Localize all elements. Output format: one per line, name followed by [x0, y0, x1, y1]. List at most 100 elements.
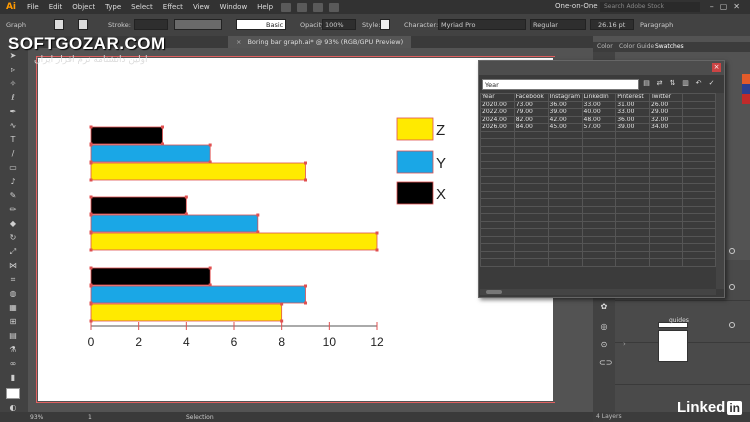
data-cell[interactable]: 2022.00 — [480, 108, 515, 117]
cell-entry-field[interactable]: Year — [482, 79, 639, 90]
data-cell[interactable] — [480, 168, 515, 177]
data-cell[interactable] — [480, 130, 515, 139]
data-cell[interactable] — [480, 198, 515, 207]
bar-z-3[interactable] — [90, 303, 283, 322]
data-cell[interactable] — [682, 220, 716, 229]
data-cell[interactable] — [682, 213, 716, 222]
data-cell[interactable] — [480, 243, 515, 252]
data-cell[interactable] — [581, 213, 617, 222]
data-cell[interactable] — [648, 153, 684, 162]
data-cell[interactable] — [480, 235, 515, 244]
data-cell[interactable]: 39.00 — [615, 123, 650, 132]
anchor-point[interactable] — [89, 195, 93, 199]
data-cell[interactable]: 34.00 — [648, 123, 684, 132]
anchor-point[interactable] — [89, 231, 93, 235]
data-cell[interactable] — [480, 183, 515, 192]
anchor-point[interactable] — [161, 125, 164, 129]
layer-name[interactable]: guides — [669, 317, 689, 324]
tab-color-guide[interactable]: Color Guide — [619, 43, 654, 50]
anchor-point[interactable] — [89, 302, 93, 306]
anchor-point[interactable] — [208, 266, 212, 270]
data-cell[interactable] — [682, 198, 716, 207]
data-cell[interactable] — [615, 130, 650, 139]
data-cell[interactable] — [648, 138, 684, 147]
data-cell[interactable] — [547, 138, 583, 147]
tab-color[interactable]: Color — [597, 43, 613, 50]
bar-y-3[interactable] — [90, 285, 306, 304]
data-cell[interactable]: 82.00 — [513, 115, 549, 124]
data-grid[interactable]: Year Facebook Instagram LinkedIn Pinterest Tw… — [480, 93, 716, 289]
data-cell[interactable]: Pinterest — [615, 93, 650, 102]
data-cell[interactable] — [682, 115, 716, 124]
data-cell[interactable] — [682, 205, 716, 214]
bar-y-1[interactable] — [90, 144, 211, 163]
anchor-point[interactable] — [89, 266, 93, 270]
data-cell[interactable] — [480, 220, 515, 229]
bar-x-2[interactable] — [90, 196, 187, 215]
data-cell[interactable] — [547, 213, 583, 222]
data-cell[interactable]: 79.00 — [513, 108, 549, 117]
anchor-point[interactable] — [375, 248, 379, 252]
data-cell[interactable] — [547, 198, 583, 207]
data-cell[interactable] — [615, 228, 650, 237]
empty-row[interactable] — [480, 145, 716, 154]
bar-z-2[interactable] — [90, 232, 378, 251]
transpose-row-column-icon[interactable]: ⇄ — [655, 79, 664, 88]
data-cell[interactable]: 42.00 — [547, 115, 583, 124]
horizontal-scrollbar[interactable] — [480, 289, 716, 295]
anchor-point[interactable] — [304, 178, 307, 182]
import-data-icon[interactable]: ▤ — [642, 79, 651, 88]
data-cell[interactable] — [615, 220, 650, 229]
empty-row[interactable] — [480, 153, 716, 162]
empty-row[interactable] — [480, 205, 716, 214]
anchor-point[interactable] — [89, 178, 93, 182]
x-tick-label[interactable]: 10 — [323, 335, 337, 349]
data-cell[interactable] — [682, 183, 716, 192]
empty-row[interactable] — [480, 198, 716, 207]
data-cell[interactable]: Instagram — [547, 93, 583, 102]
data-cell[interactable]: 84.00 — [513, 123, 549, 132]
header-row[interactable]: Year Facebook Instagram LinkedIn Pinterest Tw… — [480, 93, 716, 102]
data-cell[interactable] — [615, 190, 650, 199]
data-cell[interactable] — [547, 220, 583, 229]
legend-swatch-y[interactable] — [396, 150, 434, 174]
data-cell[interactable] — [547, 235, 583, 244]
anchor-point[interactable] — [89, 213, 93, 217]
data-cell[interactable] — [648, 168, 684, 177]
data-cell[interactable] — [682, 190, 716, 199]
empty-row[interactable] — [480, 213, 716, 222]
x-tick-label[interactable]: 12 — [370, 335, 384, 349]
anchor-point[interactable] — [184, 195, 188, 199]
zoom-level[interactable]: 93% — [30, 414, 43, 421]
data-cell[interactable] — [513, 213, 549, 222]
layer-visibility-icon-2[interactable] — [729, 284, 735, 290]
data-cell[interactable] — [615, 213, 650, 222]
data-cell[interactable] — [615, 138, 650, 147]
data-cell[interactable] — [513, 183, 549, 192]
bar-x-3[interactable] — [90, 267, 211, 286]
data-cell[interactable] — [615, 168, 650, 177]
empty-row[interactable] — [480, 160, 716, 169]
data-cell[interactable] — [513, 160, 549, 169]
data-cell[interactable]: 2020.00 — [480, 100, 515, 109]
data-cell[interactable]: 26.00 — [648, 100, 684, 109]
data-cell[interactable] — [648, 220, 684, 229]
data-cell[interactable] — [547, 145, 583, 154]
data-cell[interactable] — [480, 250, 515, 259]
graph-data-titlebar[interactable] — [479, 61, 724, 75]
data-cell[interactable] — [480, 153, 515, 162]
data-cell[interactable]: 33.00 — [581, 100, 617, 109]
data-cell[interactable] — [615, 205, 650, 214]
data-cell[interactable] — [547, 258, 583, 267]
data-cell[interactable] — [581, 258, 617, 267]
data-cell[interactable]: 2024.00 — [480, 115, 515, 124]
swatch-orange[interactable] — [742, 74, 750, 84]
data-cell[interactable] — [513, 138, 549, 147]
data-cell[interactable]: 45.00 — [547, 123, 583, 132]
data-cell[interactable] — [581, 183, 617, 192]
data-table[interactable]: Year Facebook Instagram LinkedIn Pinterest Tw… — [480, 93, 716, 267]
data-cell[interactable] — [480, 145, 515, 154]
data-cell[interactable]: Year — [480, 93, 515, 102]
data-cell[interactable] — [615, 258, 650, 267]
data-cell[interactable] — [682, 93, 716, 102]
